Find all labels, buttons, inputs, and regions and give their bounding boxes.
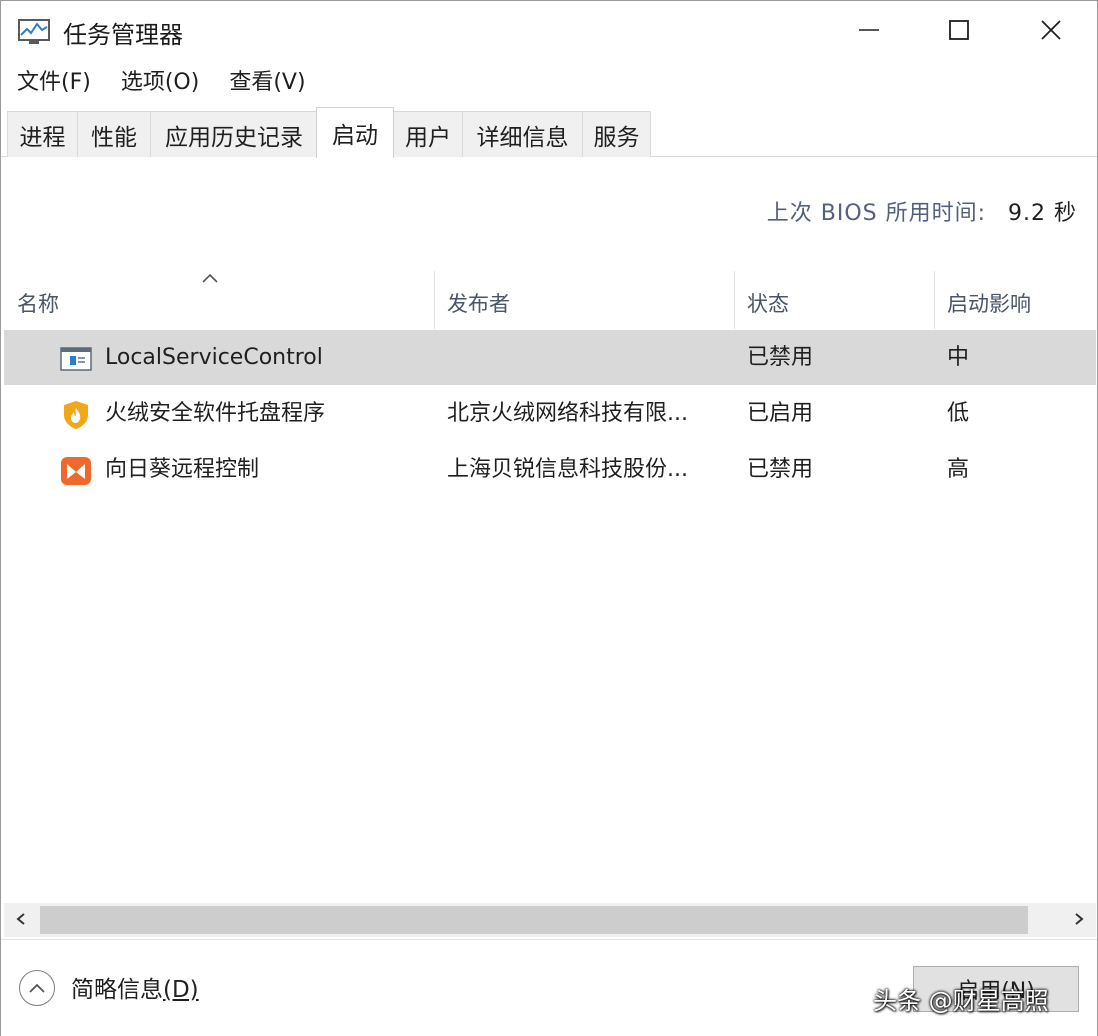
chevron-left-icon — [15, 911, 27, 930]
menu-bar: 文件(F) 选项(O) 查看(V) — [1, 63, 1097, 103]
row-publisher: 北京火绒网络科技有限... — [447, 401, 688, 426]
tab-services[interactable]: 服务 — [582, 111, 651, 157]
chevron-up-icon — [28, 979, 46, 998]
row-name: LocalServiceControl — [105, 345, 323, 370]
fewer-details-label: 简略信息 — [71, 977, 163, 1003]
row-impact: 低 — [947, 401, 970, 426]
column-header-status[interactable]: 状态 — [734, 271, 934, 331]
window-app-icon — [60, 344, 92, 374]
row-name: 向日葵远程控制 — [105, 457, 260, 482]
fewer-details-shortcut: (D) — [163, 977, 199, 1003]
row-status: 已禁用 — [747, 457, 814, 482]
tab-details[interactable]: 详细信息 — [462, 111, 583, 157]
title-bar: 任务管理器 — [1, 1, 1097, 63]
watermark-text: 头条 @财星高照 — [873, 987, 1049, 1015]
scroll-right-button[interactable] — [1062, 903, 1096, 937]
table-header: 名称 发布者 状态 启动影响 — [4, 271, 1096, 331]
row-impact: 高 — [947, 457, 970, 482]
menu-file[interactable]: 文件(F) — [1, 63, 105, 103]
tab-startup[interactable]: 启动 — [316, 107, 394, 158]
bios-time-value: 9.2 秒 — [1008, 201, 1077, 226]
minimize-button[interactable] — [823, 1, 915, 63]
window-title: 任务管理器 — [63, 21, 183, 49]
horizontal-scrollbar[interactable] — [4, 903, 1096, 937]
tab-performance[interactable]: 性能 — [77, 111, 151, 157]
minimize-icon — [858, 19, 880, 45]
scroll-left-button[interactable] — [4, 903, 38, 937]
chevron-right-icon — [1073, 911, 1085, 930]
tab-bar: 进程 性能 应用历史记录 启动 用户 详细信息 服务 — [1, 107, 1097, 158]
fewer-details-link[interactable]: 简略信息(D) — [71, 970, 199, 1004]
table-row[interactable]: 向日葵远程控制 上海贝锐信息科技股份... 已禁用 高 — [4, 443, 1096, 497]
scrollbar-thumb[interactable] — [40, 906, 1028, 934]
row-status: 已启用 — [747, 401, 814, 426]
bios-time: 上次 BIOS 所用时间: 9.2 秒 — [767, 195, 1077, 227]
menu-view[interactable]: 查看(V) — [213, 63, 319, 103]
table-row[interactable]: LocalServiceControl 已禁用 中 — [4, 331, 1096, 385]
task-manager-icon — [18, 17, 50, 47]
row-name: 火绒安全软件托盘程序 — [105, 401, 326, 426]
table-row[interactable]: 火绒安全软件托盘程序 北京火绒网络科技有限... 已启用 低 — [4, 387, 1096, 441]
column-header-publisher[interactable]: 发布者 — [434, 271, 734, 331]
bios-time-label: 上次 BIOS 所用时间: — [766, 201, 987, 226]
shield-flame-icon — [60, 400, 92, 430]
column-header-name[interactable]: 名称 — [4, 271, 434, 331]
close-button[interactable] — [1005, 1, 1097, 63]
maximize-button[interactable] — [913, 1, 1005, 63]
tab-users[interactable]: 用户 — [393, 111, 463, 157]
maximize-icon — [948, 19, 970, 45]
row-status: 已禁用 — [747, 345, 814, 370]
task-manager-window: 任务管理器 文件(F) 选项(O) 查看(V) 进程 性能 应用历史记录 启动 … — [0, 0, 1098, 1036]
collapse-button[interactable] — [19, 970, 55, 1006]
row-publisher: 上海贝锐信息科技股份... — [447, 457, 688, 482]
menu-options[interactable]: 选项(O) — [105, 63, 213, 103]
close-icon — [1040, 19, 1062, 45]
column-header-impact[interactable]: 启动影响 — [934, 271, 1096, 331]
row-impact: 中 — [947, 345, 970, 370]
tab-processes[interactable]: 进程 — [7, 111, 78, 157]
tab-app-history[interactable]: 应用历史记录 — [150, 111, 318, 157]
sunlogin-icon — [60, 456, 92, 486]
